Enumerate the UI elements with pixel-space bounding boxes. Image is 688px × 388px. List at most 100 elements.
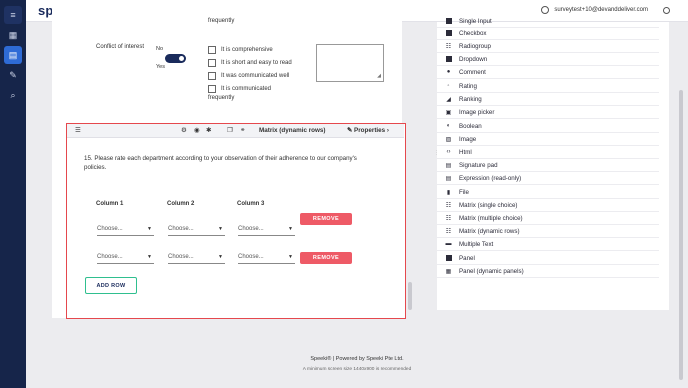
left-navigation: ≡ ▦ ▤ ✎ ⌕ (0, 0, 26, 388)
logic-icon[interactable]: ⚭ (240, 126, 245, 134)
column-header: Column 1 (96, 201, 124, 207)
cell-dropdown[interactable]: Choose... ▼ (97, 224, 154, 236)
user-icon (541, 6, 550, 14)
canvas-scrollbar[interactable] (408, 282, 412, 310)
chevron-down-icon: ▼ (218, 226, 223, 232)
comment-icon: ● (446, 69, 451, 75)
toolbox-item[interactable]: ‹› Html (437, 146, 659, 159)
toggle-knob (179, 56, 184, 61)
multiple-text-icon: ▬ (445, 241, 452, 247)
resize-grip-icon[interactable]: ◢ (377, 73, 381, 79)
checkbox-option[interactable]: It is comprehensive (208, 46, 308, 55)
option-text-fragment: frequently (208, 95, 235, 101)
toolbox-item[interactable]: ▤ Signature pad (437, 159, 659, 172)
column-header: Column 3 (237, 201, 265, 207)
column-header: Column 2 (167, 201, 195, 207)
toolbox-item[interactable]: ☷ Matrix (multiple choice) (437, 212, 659, 225)
checkbox[interactable] (208, 85, 216, 93)
toggle-no-label: No (156, 46, 164, 52)
matrix-dynamic-icon: ☷ (445, 228, 452, 235)
image-icon: ▨ (445, 136, 452, 143)
edit-icon[interactable]: ✎ (4, 66, 22, 84)
chevron-down-icon: ▼ (147, 254, 152, 260)
boolean-icon: ◐ (446, 123, 451, 129)
toolbox-item[interactable]: ☷ Matrix (dynamic rows) (437, 225, 659, 238)
comment-textarea[interactable]: ◢ (316, 44, 384, 82)
toolbox-item[interactable]: Checkbox (437, 27, 659, 40)
question-label: Conflict of interest (96, 44, 145, 50)
power-icon[interactable] (663, 7, 670, 14)
toolbox-item[interactable]: ▦ Panel (dynamic panels) (437, 265, 659, 278)
checkbox-icon (445, 30, 452, 37)
toolbox-item[interactable]: ▤ Expression (read-only) (437, 172, 659, 185)
search-icon[interactable]: ⌕ (4, 86, 22, 104)
image-picker-icon: ▣ (445, 109, 452, 116)
chevron-down-icon: ▼ (288, 254, 293, 260)
html-icon: ‹› (446, 149, 451, 155)
file-icon: ▮ (446, 189, 451, 196)
option-text-fragment: frequently (208, 18, 235, 24)
checkbox-option[interactable]: It was communicated well (208, 72, 308, 81)
remove-row-button[interactable]: REMOVE (300, 213, 352, 225)
question-title: 15. Please rate each department accordin… (84, 155, 357, 171)
toolbox-item[interactable]: Dropdown (437, 53, 659, 66)
drag-handle-icon[interactable]: ☰ (75, 126, 81, 134)
panel-icon (445, 255, 452, 262)
panel-dynamic-icon: ▦ (445, 268, 452, 275)
add-row-button[interactable]: ADD ROW (85, 277, 137, 294)
matrix-multiple-icon: ☷ (445, 215, 452, 222)
toolbox-item[interactable]: ▬ Multiple Text (437, 238, 659, 251)
dropdown-icon (445, 56, 452, 63)
footer-copyright: Speeki® | Powered by Speeki Pte Ltd. (310, 356, 404, 362)
checkbox-option[interactable]: It is short and easy to read (208, 59, 308, 68)
checkbox[interactable] (208, 72, 216, 80)
toolbox-item[interactable]: ◦ Rating (437, 80, 659, 93)
input-icon (445, 18, 452, 25)
cell-dropdown[interactable]: Choose... ▼ (168, 252, 225, 264)
toolbox-panel: Single Input Checkbox ☷ Radiogroup Dropdo… (437, 18, 669, 310)
toolbox-item[interactable]: ☷ Matrix (single choice) (437, 199, 659, 212)
duplicate-icon[interactable]: ❐ (227, 126, 233, 134)
chevron-down-icon: ▼ (288, 226, 293, 232)
ranking-icon: ◢ (446, 96, 451, 103)
cell-dropdown[interactable]: Choose... ▼ (97, 252, 154, 264)
chevron-down-icon: ▼ (218, 254, 223, 260)
user-menu[interactable]: surveytest+10@devanddeliver.com (541, 6, 648, 14)
toolbox-item[interactable]: ▮ File (437, 186, 659, 199)
previous-question: frequently Conflict of interest No Yes I… (52, 0, 402, 118)
surveys-icon[interactable]: ▤ (4, 46, 22, 64)
question-type-label: Matrix (dynamic rows) (259, 127, 326, 134)
footer-screen-hint: A minimum screen size 1440x900 is recomm… (302, 367, 412, 372)
visibility-icon[interactable]: ◉ (194, 126, 200, 134)
boolean-toggle[interactable] (165, 54, 186, 63)
user-email: surveytest+10@devanddeliver.com (554, 7, 648, 13)
properties-button[interactable]: ✎ Properties › (347, 127, 389, 134)
menu-icon[interactable]: ≡ (4, 6, 22, 24)
matrix-question[interactable]: ☰ ⚙ ◉ ✱ ❐ ⚭ Matrix (dynamic rows) ✎ Prop… (66, 123, 406, 319)
toolbox-item[interactable]: ▣ Image picker (437, 106, 659, 119)
toolbox-item[interactable]: ◐ Boolean (437, 120, 659, 133)
cell-dropdown[interactable]: Choose... ▼ (238, 224, 295, 236)
toolbox-item[interactable]: Panel (437, 252, 659, 265)
cell-dropdown[interactable]: Choose... ▼ (238, 252, 295, 264)
rating-icon: ◦ (447, 83, 450, 89)
toolbox-item[interactable]: ☷ Radiogroup (437, 40, 659, 53)
checkbox[interactable] (208, 46, 216, 54)
checkbox-option[interactable]: It is communicated (208, 85, 308, 94)
required-icon[interactable]: ✱ (206, 126, 211, 134)
toggle-yes-label: Yes (156, 64, 165, 70)
dashboard-icon[interactable]: ▦ (4, 26, 22, 44)
signature-icon: ▤ (445, 162, 452, 169)
expression-icon: ▤ (445, 175, 452, 182)
radiogroup-icon: ☷ (445, 43, 452, 50)
question-toolbar: ☰ ⚙ ◉ ✱ ❐ ⚭ Matrix (dynamic rows) ✎ Prop… (67, 124, 404, 138)
settings-icon[interactable]: ⚙ (181, 126, 187, 134)
cell-dropdown[interactable]: Choose... ▼ (168, 224, 225, 236)
toolbox-item[interactable]: ▨ Image (437, 133, 659, 146)
chevron-down-icon: ▼ (147, 226, 152, 232)
toolbox-item[interactable]: ● Comment (437, 66, 659, 79)
remove-row-button[interactable]: REMOVE (300, 252, 352, 264)
checkbox[interactable] (208, 59, 216, 67)
toolbox-item[interactable]: ◢ Ranking (437, 93, 659, 106)
toolbox-scrollbar[interactable] (679, 90, 683, 380)
